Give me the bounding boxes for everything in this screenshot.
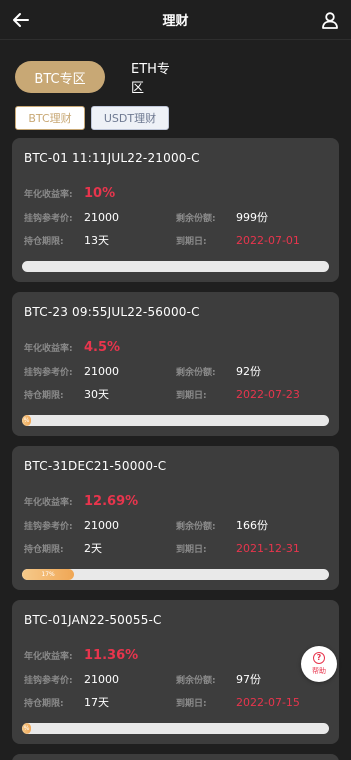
tab-btc-finance[interactable]: BTC理财 — [15, 106, 85, 130]
rate-label: 年化收益率: — [24, 344, 73, 354]
back-button[interactable] — [10, 9, 32, 31]
ref-price-value: 21000 — [84, 519, 119, 532]
expiry-value: 2022-07-23 — [236, 388, 300, 401]
ref-price-label: 挂钩参考价: — [24, 522, 73, 532]
product-card[interactable]: BTC-31DEC21-50000-C 年化收益率: 12.69% 挂钩参考价:… — [12, 446, 339, 590]
period-value: 30天 — [84, 388, 109, 401]
ref-price-value: 21000 — [84, 365, 119, 378]
remaining-value: 92份 — [236, 365, 261, 378]
top-bar: 理财 — [0, 0, 351, 40]
product-card[interactable]: BTC-23 09:55JUL22-56000-C 年化收益率: 4.5% 挂钩… — [12, 292, 339, 436]
remaining-label: 剩余份额: — [176, 676, 216, 686]
progress-bar: 17% — [22, 569, 329, 580]
remaining-label: 剩余份额: — [176, 522, 216, 532]
rate-label: 年化收益率: — [24, 190, 73, 200]
rate-value: 12.69% — [84, 494, 139, 509]
progress-fill: % — [22, 723, 32, 734]
progress-bar — [22, 261, 329, 272]
progress-bar: % — [22, 723, 329, 734]
progress-fill: 17% — [22, 569, 75, 580]
ref-price-value: 21000 — [84, 673, 119, 686]
period-value: 2天 — [84, 542, 102, 555]
rate-value: 11.36% — [84, 648, 139, 663]
product-card[interactable]: BTC-01JAN22-50055-C 年化收益率: 11.36% 挂钩参考价:… — [12, 600, 339, 744]
expiry-value: 2022-07-01 — [236, 234, 300, 247]
ref-price-value: 21000 — [84, 211, 119, 224]
page-title: 理财 — [162, 14, 189, 29]
expiry-label: 到期日: — [176, 237, 207, 247]
progress-bar: % — [22, 415, 329, 426]
product-title: BTC-01JAN22-50055-C — [24, 613, 162, 627]
remaining-value: 97份 — [236, 673, 261, 686]
remaining-label: 剩余份额: — [176, 214, 216, 224]
product-card-partial[interactable] — [12, 754, 339, 760]
zone-btc-button[interactable]: BTC专区 — [15, 61, 105, 93]
rate-value: 4.5% — [84, 340, 121, 355]
arrow-left-icon — [13, 13, 29, 27]
help-label: 帮助 — [312, 667, 326, 675]
user-button[interactable] — [319, 9, 341, 31]
product-list: BTC-01 11:11JUL22-21000-C 年化收益率: 10% 挂钩参… — [0, 138, 351, 760]
rate-label: 年化收益率: — [24, 652, 73, 662]
user-icon — [322, 12, 338, 29]
expiry-label: 到期日: — [176, 391, 207, 401]
remaining-value: 999份 — [236, 211, 268, 224]
ref-price-label: 挂钩参考价: — [24, 214, 73, 224]
rate-label: 年化收益率: — [24, 498, 73, 508]
expiry-label: 到期日: — [176, 545, 207, 555]
product-title: BTC-31DEC21-50000-C — [24, 459, 167, 473]
zone-switcher: BTC专区 ETH专区 — [0, 40, 351, 102]
period-value: 17天 — [84, 696, 109, 709]
period-label: 持仓期限: — [24, 237, 64, 247]
product-title: BTC-23 09:55JUL22-56000-C — [24, 305, 200, 319]
period-label: 持仓期限: — [24, 391, 64, 401]
period-label: 持仓期限: — [24, 545, 64, 555]
period-value: 13天 — [84, 234, 109, 247]
zone-eth-button[interactable]: ETH专区 — [113, 61, 195, 96]
product-card[interactable]: BTC-01 11:11JUL22-21000-C 年化收益率: 10% 挂钩参… — [12, 138, 339, 282]
product-title: BTC-01 11:11JUL22-21000-C — [24, 151, 200, 165]
product-tabs: BTC理财 USDT理财 — [0, 102, 351, 138]
expiry-value: 2022-07-15 — [236, 696, 300, 709]
tab-usdt-finance[interactable]: USDT理财 — [91, 106, 169, 130]
ref-price-label: 挂钩参考价: — [24, 368, 73, 378]
rate-value: 10% — [84, 186, 116, 201]
expiry-value: 2021-12-31 — [236, 542, 300, 555]
help-button[interactable]: ? 帮助 — [301, 646, 337, 682]
remaining-label: 剩余份额: — [176, 368, 216, 378]
progress-fill: % — [22, 415, 32, 426]
ref-price-label: 挂钩参考价: — [24, 676, 73, 686]
remaining-value: 166份 — [236, 519, 268, 532]
question-icon: ? — [313, 652, 325, 664]
expiry-label: 到期日: — [176, 699, 207, 709]
period-label: 持仓期限: — [24, 699, 64, 709]
